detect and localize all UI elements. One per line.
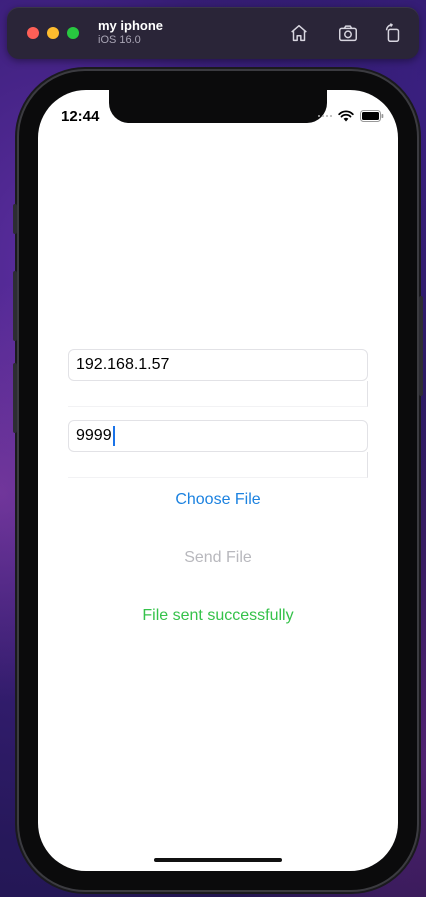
volume-down-button — [13, 363, 17, 433]
cellular-signal-icon — [318, 115, 332, 117]
zoom-window-button[interactable] — [67, 27, 79, 39]
mute-switch — [13, 204, 17, 234]
simulator-toolbar: my iphone iOS 16.0 — [7, 7, 419, 59]
phone-screen: 12:44 192.168.1.57 9999 Choose File Send… — [38, 90, 398, 871]
home-icon[interactable] — [287, 21, 311, 45]
iphone-frame: 12:44 192.168.1.57 9999 Choose File Send… — [13, 71, 423, 890]
status-icons — [318, 110, 384, 122]
ip-address-input-shadow — [68, 381, 368, 407]
wifi-icon — [338, 110, 354, 122]
choose-file-button[interactable]: Choose File — [38, 491, 398, 509]
rotate-icon[interactable] — [381, 21, 405, 45]
device-name: my iphone — [98, 18, 164, 33]
port-input[interactable]: 9999 — [68, 420, 368, 452]
status-message: File sent successfully — [142, 607, 294, 624]
os-version: iOS 16.0 — [98, 34, 141, 46]
minimize-window-button[interactable] — [47, 27, 59, 39]
send-file-button[interactable]: Send File — [38, 549, 398, 567]
port-input-shadow — [68, 452, 368, 478]
volume-up-button — [13, 271, 17, 341]
status-time: 12:44 — [61, 108, 100, 125]
power-button — [419, 296, 423, 396]
port-input-value: 9999 — [76, 427, 112, 444]
battery-icon — [360, 110, 384, 122]
ip-address-input[interactable]: 192.168.1.57 — [68, 349, 368, 381]
close-window-button[interactable] — [27, 27, 39, 39]
notch — [109, 90, 327, 123]
screenshot-icon[interactable] — [336, 21, 360, 45]
home-indicator — [154, 858, 282, 862]
text-cursor — [112, 426, 115, 446]
